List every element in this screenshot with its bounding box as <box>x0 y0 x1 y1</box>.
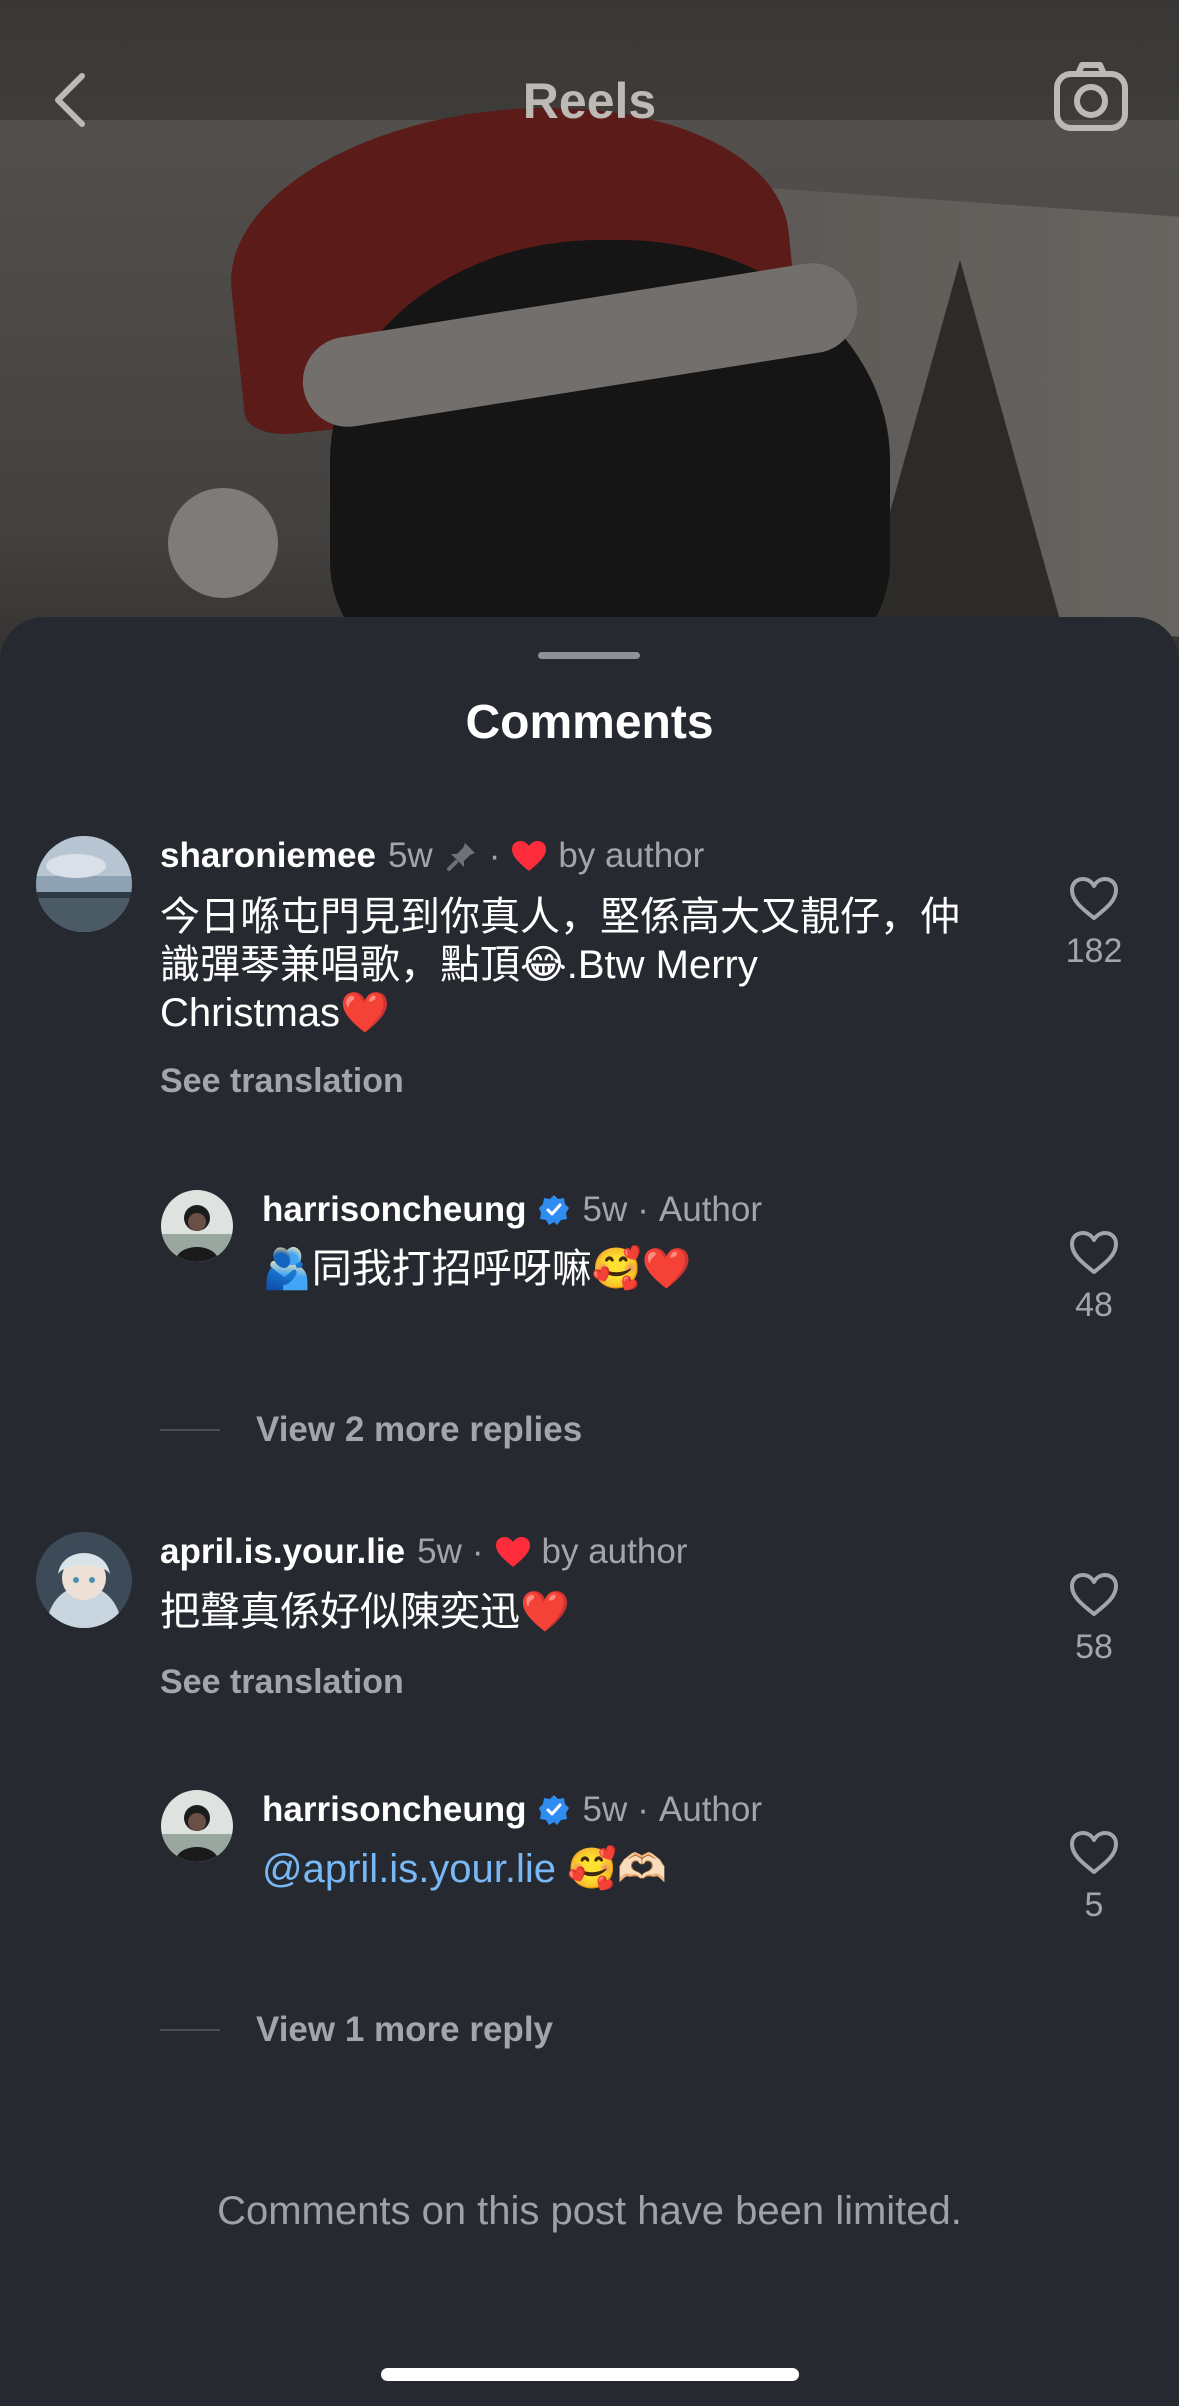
reply-thread-line <box>160 1429 220 1431</box>
avatar[interactable] <box>161 1790 233 1862</box>
comment-text-after: 🥰🫶🏻 <box>556 1847 667 1891</box>
comment-text-line: Christmas❤️ <box>160 991 390 1035</box>
comment-text: @april.is.your.lie 🥰🫶🏻 <box>262 1845 1022 1893</box>
like-count: 5 <box>1084 1886 1104 1924</box>
like-count: 182 <box>1065 932 1123 970</box>
mention-link[interactable]: @april.is.your.lie <box>262 1847 556 1891</box>
comment-text: 把聲真係好似陳奕迅❤️ <box>160 1590 570 1634</box>
comment-text: 今日喺屯門見到你真人，堅係高大又靚仔，仲 識彈琴兼唱歌，點頂😂.Btw Merr… <box>160 893 1020 1037</box>
avatar[interactable] <box>36 1532 132 1628</box>
reply-thread-line <box>160 2029 220 2031</box>
like-button[interactable]: 5 <box>1044 1830 1144 1925</box>
comment-username[interactable]: harrisoncheung <box>262 1790 526 1830</box>
verified-badge-icon <box>539 1195 570 1225</box>
comment-meta: harrisoncheung 5w · Author <box>262 1190 763 1230</box>
comment-text: 🫂同我打招呼呀嘛🥰❤️ <box>262 1247 692 1291</box>
see-translation-link[interactable]: See translation <box>160 1062 404 1101</box>
top-bar: Reels <box>0 50 1179 150</box>
author-label: Author <box>658 1790 763 1829</box>
comment-username[interactable]: april.is.your.lie <box>160 1532 405 1572</box>
comment-time: 5w <box>417 1532 462 1571</box>
comment-time: 5w <box>582 1790 628 1829</box>
comments-sheet: Comments <box>0 617 1179 2406</box>
heart-outline-icon <box>1070 877 1118 920</box>
comment-text-line: 今日喺屯門見到你真人，堅係高大又靚仔，仲 <box>160 895 960 939</box>
like-button[interactable]: 48 <box>1044 1230 1144 1325</box>
comment-meta: harrisoncheung 5w · Author <box>262 1790 763 1830</box>
comment-username[interactable]: sharoniemee <box>160 836 376 876</box>
view-more-replies-button[interactable]: View 2 more replies <box>160 1410 582 1450</box>
liked-by-author-label: by author <box>558 836 705 875</box>
home-indicator[interactable] <box>381 2368 799 2381</box>
heart-filled-icon <box>512 841 547 871</box>
comment-meta: sharoniemee 5w · by author <box>160 836 705 876</box>
comment-text-line: 識彈琴兼唱歌，點頂😂.Btw Merry <box>160 943 758 987</box>
liked-by-author-label: by author <box>541 1532 688 1571</box>
sheet-grabber[interactable] <box>538 652 640 659</box>
like-button[interactable]: 182 <box>1044 876 1144 971</box>
camera-icon[interactable] <box>1052 58 1130 136</box>
author-label: Author <box>658 1190 763 1229</box>
view-more-replies-label: View 2 more replies <box>256 1410 583 1449</box>
avatar[interactable] <box>161 1190 233 1262</box>
avatar[interactable] <box>36 836 132 932</box>
page-title: Reels <box>522 73 657 129</box>
view-more-replies-button[interactable]: View 1 more reply <box>160 2010 553 2050</box>
like-button[interactable]: 58 <box>1044 1572 1144 1667</box>
comments-limited-notice: Comments on this post have been limited. <box>217 2189 962 2233</box>
pin-icon <box>446 843 475 871</box>
heart-outline-icon <box>1070 1831 1118 1874</box>
verified-badge-icon <box>539 1795 570 1825</box>
comment-username[interactable]: harrisoncheung <box>262 1190 526 1230</box>
comment-meta: april.is.your.lie 5w · by author <box>160 1532 688 1572</box>
like-count: 58 <box>1075 1628 1113 1666</box>
view-more-replies-label: View 1 more reply <box>256 2010 554 2049</box>
heart-filled-icon <box>495 1537 530 1567</box>
see-translation-link[interactable]: See translation <box>160 1663 404 1702</box>
comment-time: 5w <box>387 836 433 875</box>
like-count: 48 <box>1075 1286 1113 1324</box>
comment-time: 5w <box>582 1190 628 1229</box>
heart-outline-icon <box>1070 1231 1118 1274</box>
comments-title: Comments <box>465 696 714 749</box>
heart-outline-icon <box>1070 1573 1118 1616</box>
